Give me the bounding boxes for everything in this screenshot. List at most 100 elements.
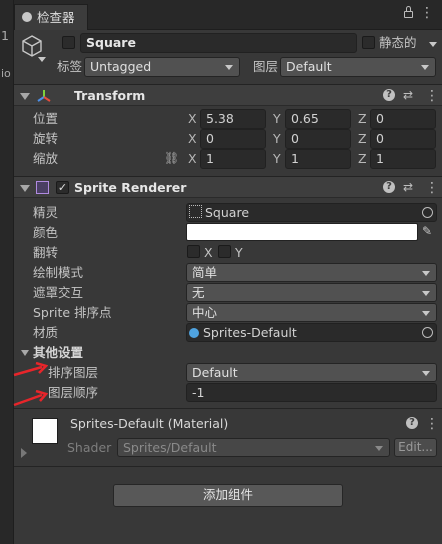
static-checkbox[interactable] bbox=[362, 36, 375, 49]
axis-z-label[interactable]: Z bbox=[358, 112, 367, 126]
more-options-icon[interactable]: ⋮ bbox=[425, 181, 439, 195]
shader-value: Sprites/Default bbox=[123, 440, 217, 455]
sort-point-value: 中心 bbox=[192, 305, 218, 320]
edit-shader-button[interactable]: Edit... bbox=[394, 438, 437, 457]
lock-icon[interactable] bbox=[404, 11, 413, 18]
position-z-field[interactable]: 0 bbox=[370, 109, 436, 129]
flip-x-checkbox[interactable] bbox=[187, 245, 200, 258]
active-checkbox[interactable] bbox=[62, 36, 75, 49]
axis-y-label[interactable]: Y bbox=[273, 112, 281, 126]
object-picker-icon[interactable] bbox=[422, 207, 433, 218]
scale-y-field[interactable]: 1 bbox=[285, 149, 351, 169]
material-preview bbox=[32, 418, 58, 444]
material-field[interactable]: Sprites-Default bbox=[186, 323, 437, 342]
gameobject-icon bbox=[20, 34, 44, 58]
transform-axes-icon bbox=[37, 90, 51, 102]
sorting-layer-value: Default bbox=[192, 365, 238, 380]
sort-point-dropdown[interactable]: 中心 bbox=[186, 303, 437, 322]
additional-settings-label[interactable]: 其他设置 bbox=[33, 346, 83, 360]
sort-point-label: Sprite 排序点 bbox=[33, 305, 112, 320]
axis-y-label[interactable]: Y bbox=[273, 152, 281, 166]
collapse-arrow-icon[interactable] bbox=[20, 93, 30, 100]
chevron-down-icon bbox=[375, 446, 383, 451]
transform-title: Transform bbox=[74, 88, 146, 103]
more-options-icon[interactable]: ⋮ bbox=[425, 417, 439, 431]
order-in-layer-field[interactable]: -1 bbox=[186, 383, 437, 402]
edit-shader-label: Edit... bbox=[398, 440, 433, 454]
draw-mode-value: 简单 bbox=[192, 265, 218, 280]
rotation-x-value: 0 bbox=[206, 131, 214, 146]
axis-y-label[interactable]: Y bbox=[273, 132, 281, 146]
position-x-value: 5.38 bbox=[206, 111, 234, 126]
rotation-z-field[interactable]: 0 bbox=[370, 129, 436, 149]
help-icon[interactable]: ? bbox=[406, 417, 418, 429]
help-icon[interactable]: ? bbox=[383, 89, 395, 101]
additional-settings-arrow-icon[interactable] bbox=[21, 350, 29, 356]
position-x-field[interactable]: 5.38 bbox=[200, 109, 266, 129]
scale-x-field[interactable]: 1 bbox=[200, 149, 266, 169]
flip-y-checkbox[interactable] bbox=[218, 245, 231, 258]
axis-x-label[interactable]: X bbox=[188, 152, 197, 166]
left-fragment-text: 1 bbox=[1, 28, 9, 43]
sprite-renderer-icon bbox=[36, 181, 49, 194]
presets-icon[interactable]: ⇄ bbox=[403, 89, 413, 101]
sprite-renderer-header[interactable]: ✓ Sprite Renderer ? ⇄ ⋮ bbox=[14, 176, 442, 198]
color-swatch[interactable] bbox=[186, 223, 418, 241]
eyedropper-icon[interactable]: ✎ bbox=[422, 225, 432, 237]
more-options-icon[interactable]: ⋮ bbox=[425, 89, 439, 103]
layer-dropdown[interactable]: Default bbox=[280, 57, 436, 77]
transform-header[interactable]: Transform ? ⇄ ⋮ bbox=[14, 84, 442, 106]
axis-z-label[interactable]: Z bbox=[358, 152, 367, 166]
axis-x-label[interactable]: X bbox=[188, 132, 197, 146]
sprite-label: 精灵 bbox=[33, 205, 59, 220]
add-component-label: 添加组件 bbox=[202, 487, 253, 502]
object-picker-icon[interactable] bbox=[422, 327, 433, 338]
sprite-renderer-title: Sprite Renderer bbox=[74, 180, 187, 195]
layer-label: 图层 bbox=[253, 59, 279, 74]
info-icon bbox=[22, 12, 32, 22]
rotation-y-field[interactable]: 0 bbox=[285, 129, 351, 149]
axis-z-label[interactable]: Z bbox=[358, 132, 367, 146]
sprite-field[interactable]: Square bbox=[186, 203, 437, 222]
axis-x-label[interactable]: X bbox=[188, 112, 197, 126]
material-expand-arrow-icon[interactable] bbox=[21, 448, 27, 458]
shader-label: Shader bbox=[67, 440, 112, 455]
draw-mode-label: 绘制模式 bbox=[33, 265, 84, 280]
flip-y-label: Y bbox=[235, 245, 243, 260]
chevron-down-icon bbox=[422, 371, 430, 376]
rotation-z-value: 0 bbox=[376, 131, 384, 146]
scale-z-field[interactable]: 1 bbox=[370, 149, 436, 169]
tag-dropdown[interactable]: Untagged bbox=[84, 57, 240, 77]
sprite-renderer-enabled-checkbox[interactable]: ✓ bbox=[56, 181, 69, 194]
tab-inspector-label: 检查器 bbox=[37, 10, 75, 25]
position-z-value: 0 bbox=[376, 111, 384, 126]
collapse-arrow-icon[interactable] bbox=[20, 185, 30, 192]
draw-mode-dropdown[interactable]: 简单 bbox=[186, 263, 437, 282]
rotation-y-value: 0 bbox=[291, 131, 299, 146]
add-component-button[interactable]: 添加组件 bbox=[113, 484, 343, 507]
chevron-down-icon bbox=[225, 65, 233, 70]
link-scale-icon[interactable]: ⛓ bbox=[164, 152, 179, 164]
rotation-label: 旋转 bbox=[33, 131, 59, 146]
presets-icon[interactable]: ⇄ bbox=[403, 181, 413, 193]
object-name-text: Square bbox=[86, 35, 136, 50]
object-name-field[interactable]: Square bbox=[80, 33, 357, 53]
static-dropdown-arrow-icon[interactable] bbox=[429, 42, 437, 47]
sprite-value: Square bbox=[205, 205, 250, 220]
mask-interaction-dropdown[interactable]: 无 bbox=[186, 283, 437, 302]
material-divider bbox=[14, 408, 442, 409]
layer-value: Default bbox=[286, 59, 332, 74]
color-label: 颜色 bbox=[33, 225, 59, 240]
tab-inspector[interactable]: 检查器 bbox=[14, 4, 88, 30]
icon-dropdown-arrow-icon[interactable] bbox=[38, 57, 46, 62]
scale-x-value: 1 bbox=[206, 151, 214, 166]
annotation-arrow-icon bbox=[13, 362, 48, 377]
rotation-x-field[interactable]: 0 bbox=[200, 129, 266, 149]
left-fragment-text: io bbox=[1, 67, 11, 80]
sorting-layer-dropdown[interactable]: Default bbox=[186, 363, 437, 382]
help-icon[interactable]: ? bbox=[383, 181, 395, 193]
chevron-down-icon bbox=[421, 65, 429, 70]
tag-label: 标签 bbox=[57, 59, 83, 74]
more-options-icon[interactable]: ⋮ bbox=[420, 6, 434, 20]
position-y-field[interactable]: 0.65 bbox=[285, 109, 351, 129]
